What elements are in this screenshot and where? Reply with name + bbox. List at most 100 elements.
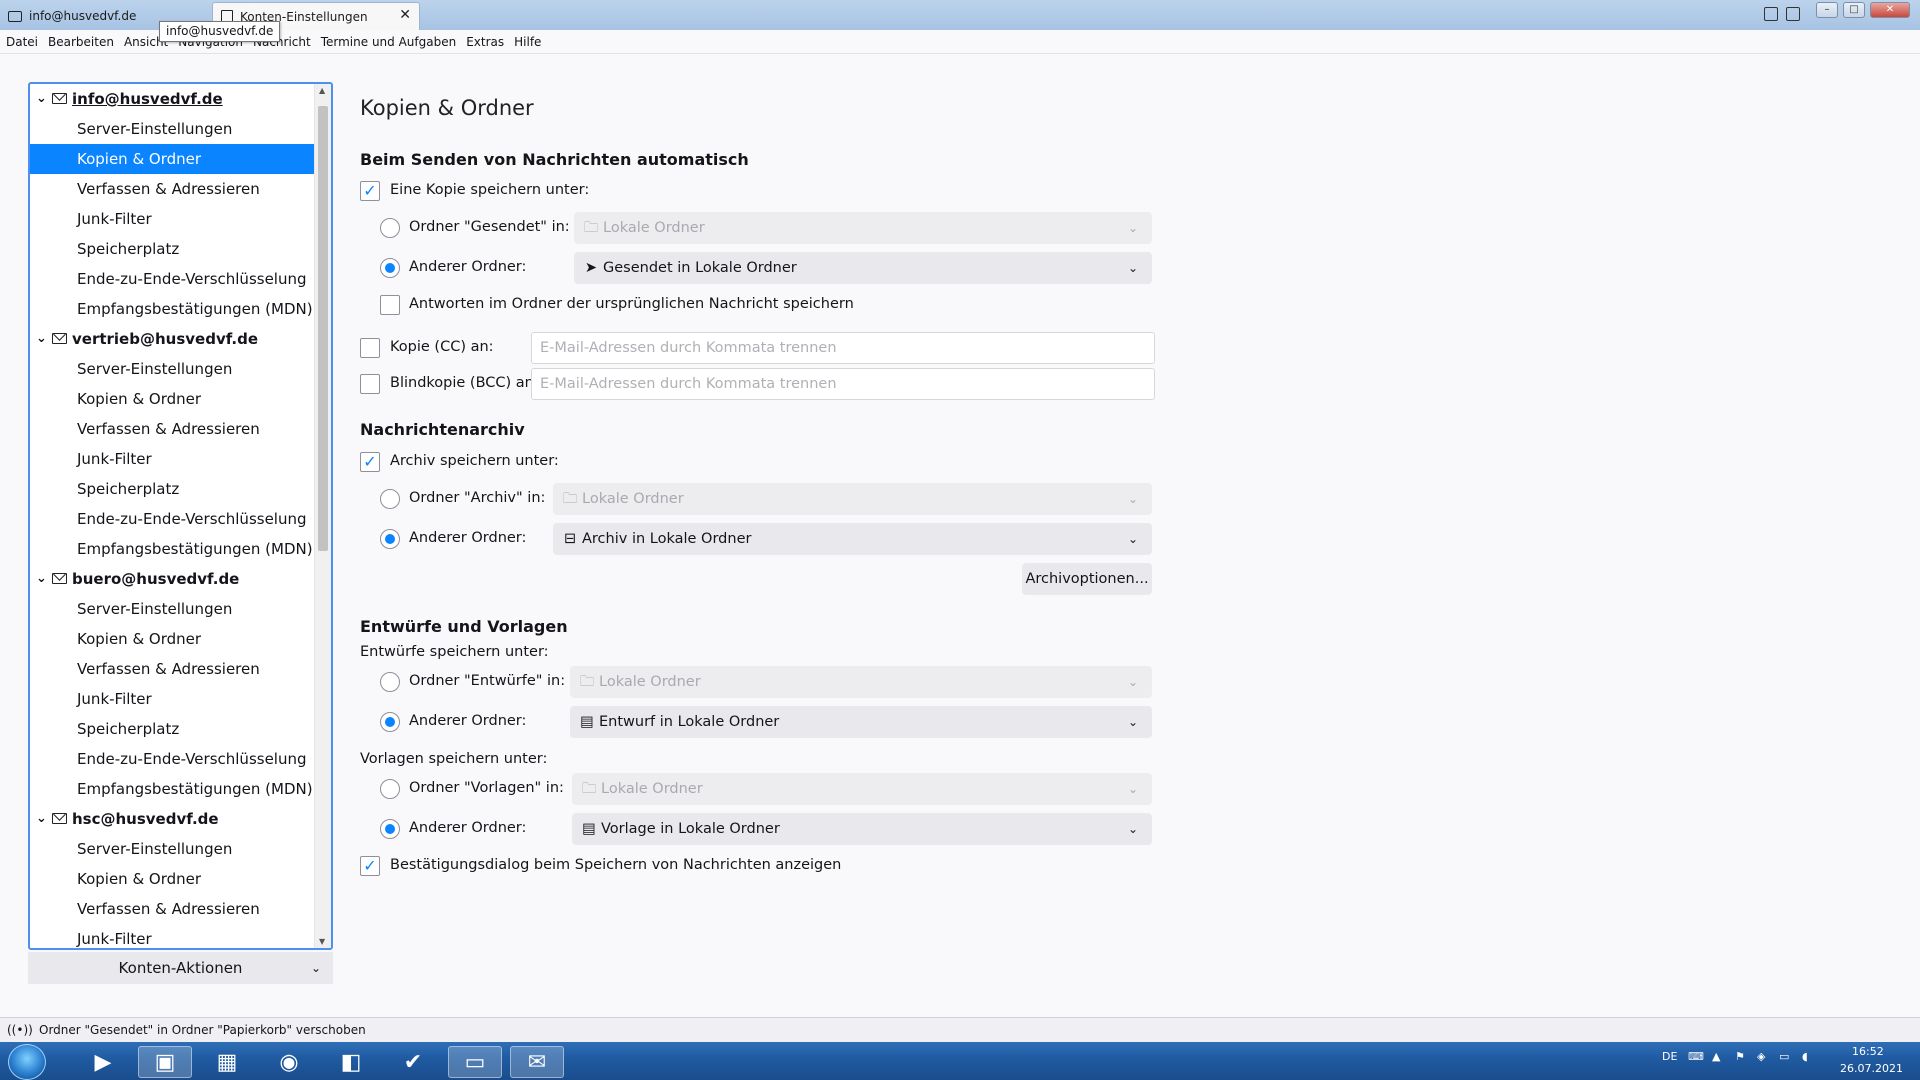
media-player-icon[interactable]: ▶ — [76, 1046, 130, 1078]
thunderbird-icon[interactable]: ✉ — [510, 1046, 564, 1078]
menu-help[interactable]: Hilfe — [514, 35, 541, 49]
sidebar-item[interactable]: Ende-zu-Ende-Verschlüsselung — [30, 744, 316, 774]
templates-other-folder-radio[interactable] — [380, 819, 400, 839]
sidebar-item[interactable]: Junk-Filter — [30, 204, 316, 234]
clock-time[interactable]: 16:52 — [1852, 1045, 1884, 1058]
sent-other-folder-select[interactable]: ➤ Gesendet in Lokale Ordner ⌄ — [574, 252, 1152, 284]
sidebar-item[interactable]: Speicherplatz — [30, 474, 316, 504]
archive-other-folder-select[interactable]: ⊟ Archiv in Lokale Ordner ⌄ — [553, 523, 1152, 555]
keyboard-icon[interactable]: ⌨ — [1688, 1050, 1704, 1063]
file-manager-app-icon[interactable]: ▣ — [138, 1046, 192, 1078]
menu-edit[interactable]: Bearbeiten — [48, 35, 114, 49]
sidebar-item[interactable]: Server-Einstellungen — [30, 114, 316, 144]
language-indicator[interactable]: DE — [1662, 1050, 1677, 1063]
tasks-app-icon[interactable]: ✔ — [386, 1046, 440, 1078]
sidebar-item[interactable]: Speicherplatz — [30, 714, 316, 744]
tree-scrollbar[interactable]: ▲ ▼ — [314, 84, 331, 948]
archive-folder-radio[interactable] — [380, 489, 400, 509]
account-row[interactable]: ⌄ hsc@husvedvf.de — [30, 804, 316, 834]
chevron-down-icon[interactable]: ⌄ — [36, 564, 47, 594]
clock-date[interactable]: 26.07.2021 — [1840, 1062, 1903, 1075]
explorer-icon[interactable]: ▭ — [448, 1046, 502, 1078]
sidebar-item[interactable]: Server-Einstellungen — [30, 594, 316, 624]
sidebar-item[interactable]: Verfassen & Adressieren — [30, 654, 316, 684]
mail-account-icon — [52, 813, 67, 824]
sidebar-item[interactable]: Junk-Filter — [30, 684, 316, 714]
firefox-icon[interactable]: ◉ — [262, 1046, 316, 1078]
sidebar-item[interactable]: Empfangsbestätigungen (MDN) — [30, 294, 316, 324]
online-status-icon[interactable]: ((•)) — [7, 1018, 33, 1042]
volume-icon[interactable]: ◖ — [1802, 1050, 1808, 1063]
drafts-folder-radio[interactable] — [380, 672, 400, 692]
menu-tools[interactable]: Extras — [466, 35, 504, 49]
sent-other-folder-radio[interactable] — [380, 258, 400, 278]
menu-file[interactable]: Datei — [6, 35, 38, 49]
templates-folder-radio[interactable] — [380, 779, 400, 799]
sidebar-item[interactable]: Empfangsbestätigungen (MDN) — [30, 534, 316, 564]
sidebar-item[interactable]: Verfassen & Adressieren — [30, 174, 316, 204]
replies-in-folder-checkbox[interactable] — [380, 295, 400, 315]
menu-calendar-tasks[interactable]: Termine und Aufgaben — [321, 35, 456, 49]
templates-other-folder-select[interactable]: ▤ Vorlage in Lokale Ordner ⌄ — [572, 813, 1152, 845]
drafts-other-folder-radio[interactable] — [380, 712, 400, 732]
chevron-down-icon[interactable]: ⌄ — [36, 84, 47, 114]
sidebar-item[interactable]: Ende-zu-Ende-Verschlüsselung — [30, 504, 316, 534]
mail-account-icon — [52, 573, 67, 584]
chevron-down-icon[interactable]: ⌄ — [36, 324, 47, 354]
account-row[interactable]: ⌄ buero@husvedvf.de — [30, 564, 316, 594]
chevron-down-icon: ⌄ — [1127, 822, 1138, 836]
sidebar-item[interactable]: Ende-zu-Ende-Verschlüsselung — [30, 264, 316, 294]
calendar-icon[interactable] — [1764, 7, 1778, 21]
close-icon[interactable]: ✕ — [399, 7, 411, 23]
cc-input[interactable]: E-Mail-Adressen durch Kommata trennen — [531, 332, 1155, 364]
save-copy-checkbox[interactable]: ✓ — [360, 181, 380, 201]
sidebar-item[interactable]: Kopien & Ordner — [30, 624, 316, 654]
tasks-icon[interactable] — [1786, 7, 1800, 21]
scroll-up-icon[interactable]: ▲ — [319, 86, 325, 95]
sidebar-item[interactable]: Empfangsbestätigungen (MDN) — [30, 774, 316, 804]
security-icon[interactable]: ◈ — [1757, 1050, 1765, 1063]
sidebar-item[interactable]: Speicherplatz — [30, 234, 316, 264]
archive-save-checkbox[interactable]: ✓ — [360, 452, 380, 472]
contacts-app-icon[interactable]: ▦ — [200, 1046, 254, 1078]
chevron-down-icon[interactable]: ⌄ — [36, 804, 47, 834]
sidebar-item[interactable]: Verfassen & Adressieren — [30, 414, 316, 444]
account-tree[interactable]: ⌄ info@husvedvf.de Server-Einstellungen Kop… — [28, 82, 333, 950]
sidebar-item[interactable]: Junk-Filter — [30, 444, 316, 474]
sidebar-item[interactable]: Server-Einstellungen — [30, 354, 316, 384]
sidebar-item[interactable]: Server-Einstellungen — [30, 834, 316, 864]
sidebar-item[interactable]: Verfassen & Adressieren — [30, 894, 316, 924]
network-icon[interactable]: ▭ — [1779, 1050, 1789, 1063]
sidebar-item-label: Speicherplatz — [77, 720, 180, 738]
sent-folder-select[interactable]: 🗀 Lokale Ordner ⌄ — [574, 212, 1152, 244]
mail-account-icon — [52, 333, 67, 344]
sidebar-item[interactable]: Junk-Filter — [30, 924, 316, 948]
archive-folder-select[interactable]: 🗀 Lokale Ordner ⌄ — [553, 483, 1152, 515]
sent-folder-radio[interactable] — [380, 218, 400, 238]
bcc-checkbox[interactable] — [360, 374, 380, 394]
drafts-folder-select[interactable]: 🗀 Lokale Ordner ⌄ — [570, 666, 1152, 698]
account-row[interactable]: ⌄ info@husvedvf.de — [30, 84, 316, 114]
archive-other-folder-radio[interactable] — [380, 529, 400, 549]
sidebar-item[interactable]: Kopien & Ordner — [30, 384, 316, 414]
sidebar-item[interactable]: Kopien & Ordner — [30, 144, 316, 174]
maximize-button[interactable]: □ — [1843, 2, 1865, 18]
sidebar-item[interactable]: Kopien & Ordner — [30, 864, 316, 894]
flag-icon[interactable]: ⚑ — [1735, 1050, 1745, 1063]
scroll-down-icon[interactable]: ▼ — [319, 937, 325, 946]
archive-other-folder-label: Anderer Ordner: — [409, 530, 527, 546]
account-row[interactable]: ⌄ vertrieb@husvedvf.de — [30, 324, 316, 354]
office-app-icon[interactable]: ◧ — [324, 1046, 378, 1078]
drafts-other-folder-select[interactable]: ▤ Entwurf in Lokale Ordner ⌄ — [570, 706, 1152, 738]
show-hidden-icons-icon[interactable]: ▲ — [1712, 1050, 1720, 1063]
templates-folder-select[interactable]: 🗀 Lokale Ordner ⌄ — [572, 773, 1152, 805]
cc-checkbox[interactable] — [360, 338, 380, 358]
archive-options-button[interactable]: Archivoptionen... — [1022, 563, 1152, 595]
scrollbar-thumb[interactable] — [318, 106, 328, 551]
start-button[interactable] — [8, 1044, 46, 1080]
minimize-button[interactable]: – — [1816, 2, 1838, 18]
confirm-dialog-checkbox[interactable]: ✓ — [360, 856, 380, 876]
bcc-input[interactable]: E-Mail-Adressen durch Kommata trennen — [531, 368, 1155, 400]
window-close-button[interactable]: ✕ — [1870, 2, 1910, 18]
account-actions-button[interactable]: Konten-Aktionen ⌄ — [28, 952, 333, 984]
